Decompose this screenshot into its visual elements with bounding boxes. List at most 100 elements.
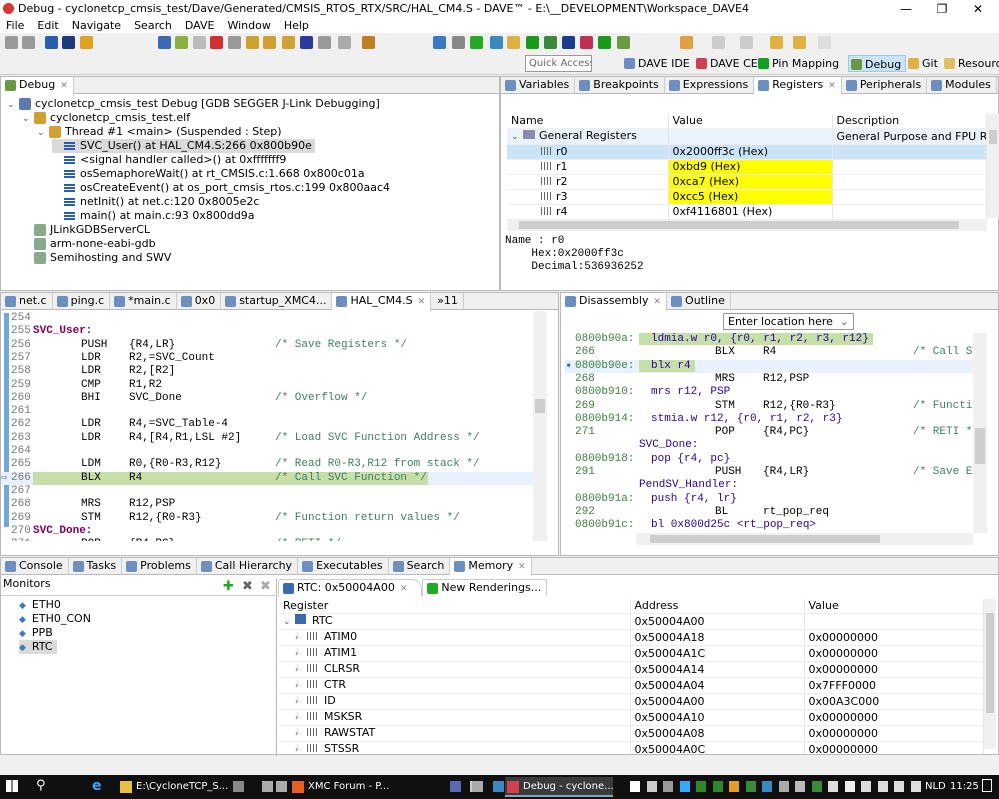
register-row[interactable]: r2 0xca7 (Hex) (507, 174, 987, 190)
toolbar-button-icon[interactable] (544, 36, 557, 49)
tab-search[interactable]: Search (389, 558, 451, 575)
system-tray-icon[interactable] (861, 781, 871, 792)
code-line[interactable]: 259 CMP R1,R2 (1, 379, 533, 392)
toolbar-button-icon[interactable] (562, 36, 575, 49)
system-tray-icon[interactable] (762, 781, 772, 792)
disassembly-line[interactable]: 266 BLX R4 /* Call SVC Fu (565, 346, 973, 359)
register-value[interactable]: 0xca7 (Hex) (668, 174, 833, 190)
disassembly-line[interactable]: 0800b91c: bl 0x800d25c <rt_pop_req> (565, 519, 973, 532)
system-tray-icon[interactable] (778, 781, 789, 792)
search-icon[interactable]: ⚲ (36, 778, 46, 793)
system-tray-icon[interactable] (894, 781, 904, 792)
column-header-address[interactable]: Address (630, 599, 805, 614)
tab-executables[interactable]: Executables (298, 558, 389, 575)
toolbar-button-icon[interactable] (433, 36, 446, 49)
tab-console[interactable]: Console (1, 558, 69, 575)
more-tabs-button[interactable]: »11 (431, 293, 464, 310)
disassembly-line[interactable]: 292 BL rt_pop_req (565, 506, 973, 519)
perspective-resource[interactable]: Resource (942, 55, 999, 72)
register-row[interactable]: › RAWSTAT 0x50004A08 0x00000000 (279, 725, 984, 742)
close-tab-icon[interactable]: ✕ (418, 297, 426, 307)
disassembly-hscrollbar[interactable] (636, 533, 973, 545)
code-line[interactable]: 270 SVC_Done: (1, 525, 533, 538)
disassembly-line[interactable]: 0800b910: mrs r12, PSP (565, 386, 973, 399)
toolbar-button-icon[interactable] (580, 36, 593, 49)
toolbar-button-icon[interactable] (175, 36, 188, 49)
code-line[interactable]: 263 LDR R4,[R4,R1,LSL #2] /* Load SVC Funct… (1, 432, 533, 445)
register-value[interactable]: 0xf4116801 (Hex) (668, 204, 833, 220)
toolbar-button-icon[interactable] (5, 36, 18, 49)
taskbar-item[interactable]: XMC Forum - P... (290, 777, 398, 797)
code-line[interactable]: 260 BHI SVC_Done /* Overflow */ (1, 392, 533, 405)
system-tray-icon[interactable] (712, 781, 723, 792)
menu-navigate[interactable]: Navigate (72, 18, 121, 33)
windows-start-icon[interactable] (6, 780, 18, 792)
debug-tree-item[interactable]: main() at main.c:93 0x800dd9a (52, 209, 258, 223)
disassembly-line[interactable]: 268 MRS R12,PSP (565, 373, 973, 386)
toolbar-button-icon[interactable] (598, 36, 611, 49)
code-line[interactable]: 266 BLX R4/* Call SVC Function */⇨ (1, 471, 533, 485)
toolbar-button-icon[interactable] (158, 36, 171, 49)
close-tab-icon[interactable]: ✕ (654, 297, 662, 307)
register-value[interactable]: 0xbd9 (Hex) (668, 159, 833, 175)
disassembly-vscrollbar[interactable] (973, 333, 987, 533)
system-tray-icon[interactable] (811, 781, 822, 792)
toolbar-button-icon[interactable] (362, 36, 375, 49)
menu-dave[interactable]: DAVE (185, 18, 215, 33)
register-value[interactable]: 0x00A3C000 (804, 693, 984, 710)
taskbar-pinned-app-icon[interactable] (276, 781, 287, 792)
tab-debug[interactable]: Debug ✕ (1, 77, 74, 95)
disassembly-listing[interactable]: 0800b90a: ldmia.w r0, {r0, r1, r2, r3, r1… (565, 333, 973, 533)
disassembly-line[interactable]: 0800b90a: ldmia.w r0, {r0, r1, r2, r3, r1… (565, 333, 973, 346)
debug-tree-item[interactable]: osSemaphoreWait() at rt_CMSIS.c:1.668 0x… (52, 167, 368, 181)
perspective-pin-mapping[interactable]: Pin Mapping (756, 55, 843, 72)
column-header-description[interactable]: Description (832, 114, 987, 129)
expand-chevron-icon[interactable]: › (295, 727, 307, 741)
taskbar-pinned-app-icon[interactable] (493, 781, 504, 792)
register-value[interactable]: 0x00000000 (804, 725, 984, 742)
register-value[interactable]: 0x00000000 (804, 645, 984, 662)
tab-disassembly[interactable]: Disassembly ✕ (561, 293, 668, 311)
expand-chevron-icon[interactable]: ⌄ (22, 112, 34, 126)
expand-chevron-icon[interactable]: ⌄ (37, 126, 49, 140)
debug-tree-item[interactable]: netInit() at net.c:120 0x8005e2c (52, 195, 262, 209)
minimize-button[interactable]: — (886, 0, 926, 18)
register-row[interactable]: › CTR 0x50004A04 0x7FFF0000 (279, 677, 984, 694)
column-header-value[interactable]: Value (668, 114, 833, 129)
perspective-git[interactable]: Git (906, 55, 942, 72)
register-value[interactable]: 0xcc5 (Hex) (668, 189, 833, 205)
toolbar-button-icon[interactable] (818, 36, 831, 49)
monitor-item[interactable]: ◆ RTC (19, 640, 57, 654)
register-value[interactable]: 0x2000ff3c (Hex) (668, 144, 833, 160)
tab-breakpoints[interactable]: Breakpoints (575, 77, 665, 94)
expand-chevron-icon[interactable]: › (295, 695, 307, 709)
toolbar-button-icon[interactable] (680, 36, 693, 49)
disassembly-line[interactable]: 271 POP {R4,PC} /* RETI */ (565, 426, 973, 439)
taskbar-item[interactable]: Debug - cyclone... (505, 777, 614, 797)
toolbar-button-icon[interactable] (338, 36, 351, 49)
taskbar-item[interactable]: E:\CycloneTCP_S... (118, 777, 228, 797)
tab-outline[interactable]: Outline (667, 293, 731, 310)
close-tab-icon[interactable]: ✕ (60, 81, 68, 91)
column-header-name[interactable]: Name (507, 114, 669, 129)
expand-chevron-icon[interactable]: ⌄ (511, 130, 523, 144)
code-line[interactable]: 265 LDM R0,{R0-R3,R12} /* Read R0-R3,R12 fr… (1, 458, 533, 471)
tab-tasks[interactable]: Tasks (69, 558, 123, 575)
code-line[interactable]: 262 LDR R4,=SVC_Table-4 (1, 418, 533, 431)
toolbar-button-icon[interactable] (45, 36, 58, 49)
registers-hscrollbar[interactable] (507, 219, 987, 231)
taskbar-pinned-app-icon[interactable] (450, 781, 461, 792)
toolbar-button-icon[interactable] (712, 36, 725, 49)
toolbar-button-icon[interactable] (470, 36, 483, 49)
disassembly-line[interactable]: SVC_Done: (565, 439, 973, 452)
toolbar-button-icon[interactable] (793, 36, 806, 49)
tab-ping-c[interactable]: ping.c (53, 293, 111, 310)
close-tab-icon[interactable]: ✕ (828, 81, 836, 91)
debug-tree-item[interactable]: osCreateEvent() at os_port_cmsis_rtos.c:… (52, 181, 393, 195)
edge-browser-icon[interactable]: e (92, 778, 102, 794)
system-tray-icon[interactable] (630, 781, 640, 792)
toolbar-button-icon[interactable] (282, 36, 295, 49)
tab-call-hierarchy[interactable]: Call Hierarchy (197, 558, 299, 575)
disassembly-line[interactable]: 0800b918: pop {r4, pc} (565, 453, 973, 466)
expand-chevron-icon[interactable]: ⌄ (7, 98, 19, 112)
